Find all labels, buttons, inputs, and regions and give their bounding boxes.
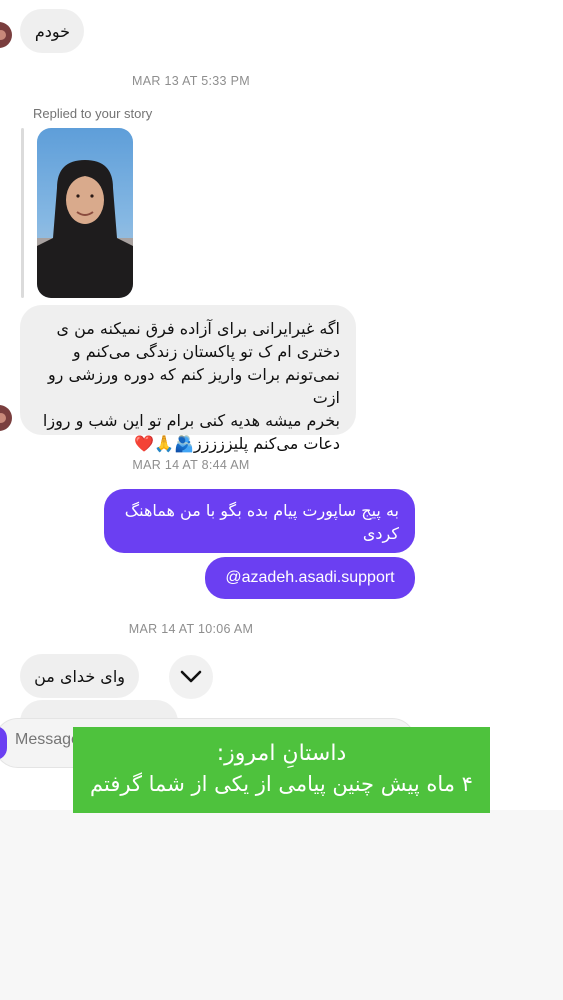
message-bubble-outgoing[interactable]: @azadeh.asadi.support [205, 557, 415, 599]
message-line: نمی‌تونم برات واریز کنم که دوره ورزشی رو… [47, 365, 340, 407]
message-line: دعات می‌کنم پلیززززز🫂🙏❤️ [134, 434, 340, 453]
story-thumbnail[interactable] [37, 128, 133, 298]
message-line: به پیج ساپورت پیام بده بگو با من هماهنگ [124, 501, 399, 520]
scroll-down-button[interactable] [169, 655, 213, 699]
sender-avatar[interactable] [0, 22, 12, 48]
reply-label: Replied to your story [33, 106, 153, 121]
message-bubble-outgoing[interactable]: به پیج ساپورت پیام بده بگو با من هماهنگ … [104, 489, 415, 553]
caption-banner: داستانِ امروز: ۴ ماه پیش چنین پیامی از ی… [73, 727, 490, 813]
message-line: دختری ام ک تو پاکستان زندگی می‌کنم و [72, 342, 340, 361]
caption-line: داستانِ امروز: [216, 741, 347, 766]
blank-area [0, 810, 563, 1000]
message-text: وای خدای من [34, 667, 125, 686]
chat-thread: خودم MAR 13 AT 5:33 PM Replied to your s… [0, 0, 563, 810]
sender-avatar[interactable] [0, 405, 12, 431]
message-line: اگه غیرایرانی برای آزاده فرق نمیکنه من ی [56, 319, 340, 338]
message-text: @azadeh.asadi.support [225, 569, 395, 586]
message-line: کردی [362, 524, 399, 543]
message-timestamp: MAR 13 AT 5:33 PM [132, 74, 250, 88]
caption-line: ۴ ماه پیش چنین پیامی از یکی از شما گرفتم [90, 772, 473, 796]
chevron-down-icon [180, 670, 202, 683]
message-timestamp: MAR 14 AT 8:44 AM [132, 458, 250, 472]
story-image [37, 160, 133, 298]
reply-bar [21, 128, 24, 298]
message-line: بخرم میشه هدیه کنی برام تو این شب و روزا [42, 411, 340, 430]
message-bubble-incoming[interactable]: اگه غیرایرانی برای آزاده فرق نمیکنه من ی… [20, 305, 356, 453]
message-input[interactable] [15, 731, 75, 749]
message-bubble-incoming[interactable]: وای خدای من [20, 654, 139, 698]
message-timestamp: MAR 14 AT 10:06 AM [128, 622, 254, 636]
message-text: خودم [34, 22, 70, 41]
message-bubble-incoming[interactable]: خودم [20, 9, 84, 53]
camera-button[interactable] [0, 726, 7, 760]
